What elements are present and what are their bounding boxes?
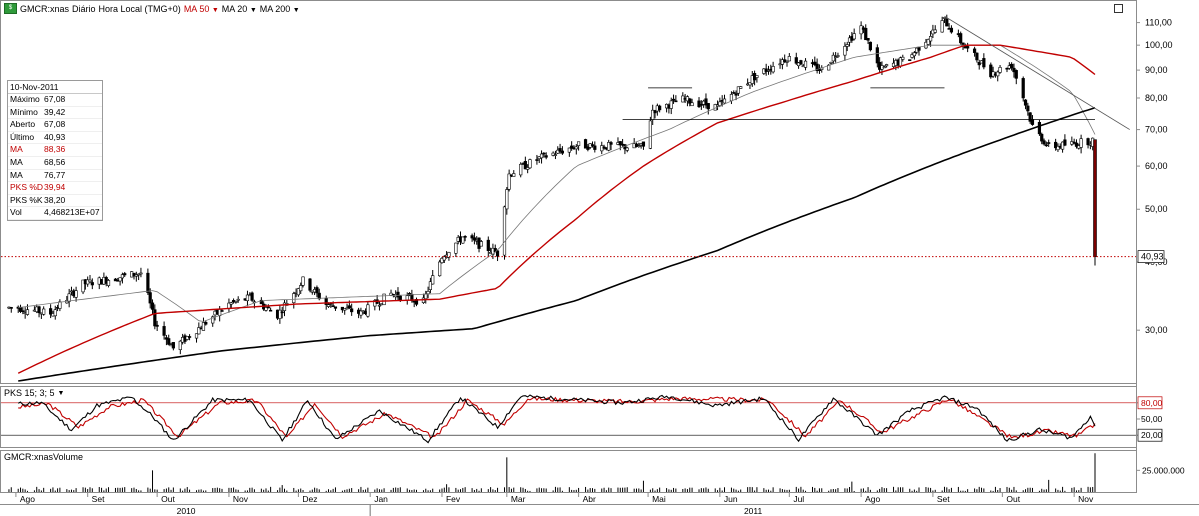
info-row: Mínimo 39,42 bbox=[8, 107, 102, 120]
price-candle bbox=[461, 236, 465, 244]
x-month-label: Nov bbox=[233, 494, 249, 504]
ma50-toggle[interactable]: MA 50 ▼ bbox=[184, 4, 219, 14]
x-month-label: Set bbox=[937, 494, 950, 504]
price-candle bbox=[308, 278, 312, 293]
info-row-label: MA bbox=[10, 169, 23, 180]
info-row-label: Mínimo bbox=[10, 106, 38, 117]
info-row-label: MA bbox=[10, 144, 23, 155]
price-candle bbox=[502, 205, 507, 260]
x-month-label: Ago bbox=[865, 494, 880, 504]
x-month-label: Jan bbox=[374, 494, 388, 504]
stoch-y-tick-label: 80,00 bbox=[1141, 398, 1163, 408]
stoch-y-tick-label: 20,00 bbox=[1141, 430, 1163, 440]
info-row-value: 39,42 bbox=[44, 106, 66, 117]
price-candle bbox=[1037, 119, 1042, 136]
x-month-label: Fev bbox=[446, 494, 461, 504]
info-row: Último 40,93 bbox=[8, 132, 102, 145]
ma200-toggle[interactable]: MA 200 ▼ bbox=[260, 4, 300, 14]
x-month-label: Set bbox=[92, 494, 105, 504]
x-month-label: Mar bbox=[511, 494, 526, 504]
info-panel: 10-Nov-2011 Máximo 67,08 Mínimo 39,42 Aberto… bbox=[7, 80, 103, 221]
price-panel-frame bbox=[0, 0, 1137, 384]
price-y-tick-label: 80,00 bbox=[1145, 93, 1168, 103]
info-row-label: PKS %K bbox=[10, 194, 43, 205]
info-row-label: Máximo bbox=[10, 94, 40, 104]
x-month-label: Ago bbox=[20, 494, 35, 504]
x-month-label: Out bbox=[161, 494, 175, 504]
ma20-toggle[interactable]: MA 20 ▼ bbox=[222, 4, 257, 14]
x-month-label: Abr bbox=[583, 494, 596, 504]
price-y-tick-label: 60,00 bbox=[1145, 161, 1168, 171]
info-row-value: 76,77 bbox=[44, 169, 66, 180]
dropdown-arrow-icon[interactable]: ▼ bbox=[58, 390, 65, 397]
symbol-label[interactable]: GMCR:xnas bbox=[20, 4, 69, 14]
info-row: MA 76,77 bbox=[8, 170, 102, 183]
info-row: MA 88,36 bbox=[8, 144, 102, 157]
price-chart-header: $ GMCR:xnas Diário Hora Local (TMG+0) MA… bbox=[4, 3, 300, 14]
timezone-label[interactable]: Hora Local (TMG+0) bbox=[99, 4, 181, 14]
info-row-value: 38,20 bbox=[44, 194, 66, 205]
price-candle bbox=[250, 291, 254, 302]
info-row-value: 4,468213E+07 bbox=[44, 207, 100, 218]
stoch-header: PKS 15; 3; 5 ▼ bbox=[4, 388, 64, 398]
x-year-label: 2011 bbox=[744, 506, 763, 516]
stoch-y-tick-label: 50,00 bbox=[1141, 414, 1163, 424]
price-y-tick-label: 30,00 bbox=[1145, 325, 1168, 335]
info-date: 10-Nov-2011 bbox=[8, 81, 102, 94]
volume-panel-frame bbox=[0, 450, 1137, 493]
x-year-label: 2010 bbox=[177, 506, 196, 516]
volume-header: GMCR:xnasVolume bbox=[4, 452, 83, 462]
stoch-label[interactable]: PKS 15; 3; 5 bbox=[4, 388, 55, 398]
price-candle-last bbox=[1093, 139, 1097, 266]
price-y-tick-label: 70,00 bbox=[1145, 125, 1168, 135]
chart-app-icon: $ bbox=[4, 3, 17, 14]
info-row-value: 67,08 bbox=[44, 119, 66, 130]
info-row-value: 88,36 bbox=[44, 144, 66, 155]
volume-label[interactable]: GMCR:xnasVolume bbox=[4, 452, 83, 462]
info-row-label: Aberto bbox=[10, 119, 36, 130]
price-y-tick-label: 50,00 bbox=[1145, 204, 1168, 214]
price-candle bbox=[739, 85, 743, 89]
price-y-tick-label: 100,00 bbox=[1145, 40, 1173, 50]
info-row-value: 67,08 bbox=[44, 94, 66, 104]
info-row-value: 68,56 bbox=[44, 156, 66, 167]
info-row: Vol 4,468213E+07 bbox=[8, 207, 102, 220]
x-month-label: Jun bbox=[724, 494, 738, 504]
info-row-label: Vol bbox=[10, 207, 22, 218]
chart-canvas: 30,0040,0050,0060,0070,0080,0090,00100,0… bbox=[0, 0, 1199, 516]
period-label[interactable]: Diário bbox=[72, 4, 96, 14]
x-month-label: Out bbox=[1006, 494, 1020, 504]
x-month-label: Dez bbox=[302, 494, 317, 504]
price-candle bbox=[868, 41, 872, 52]
last-price-label: 40,93 bbox=[1141, 252, 1164, 262]
price-candle bbox=[799, 59, 803, 66]
x-month-label: Mai bbox=[652, 494, 666, 504]
price-candle bbox=[908, 59, 912, 61]
info-row: Máximo 67,08 bbox=[8, 94, 102, 107]
price-candle bbox=[648, 116, 652, 150]
info-row-label: Último bbox=[10, 131, 35, 142]
x-month-label: Nov bbox=[1078, 494, 1094, 504]
price-candle bbox=[1021, 76, 1025, 102]
volume-y-tick-label: 25.000.000 bbox=[1142, 465, 1185, 475]
info-row-value: 40,93 bbox=[44, 131, 66, 142]
x-month-label: Jul bbox=[793, 494, 804, 504]
price-candle bbox=[528, 158, 532, 169]
info-row-label: MA bbox=[10, 156, 23, 167]
maximize-icon[interactable] bbox=[1114, 4, 1123, 13]
dropdown-arrow-icon[interactable]: ▼ bbox=[212, 7, 219, 14]
dropdown-arrow-icon[interactable]: ▼ bbox=[250, 7, 257, 14]
price-y-tick-label: 90,00 bbox=[1145, 65, 1168, 75]
info-row: MA 68,56 bbox=[8, 157, 102, 170]
info-row: Aberto 67,08 bbox=[8, 119, 102, 132]
price-y-tick-label: 110,00 bbox=[1145, 18, 1172, 28]
info-row: PKS %K 38,20 bbox=[8, 195, 102, 208]
info-row-label: PKS %D bbox=[10, 182, 44, 193]
info-row: PKS %D 39,94 bbox=[8, 182, 102, 195]
info-row-value: 39,94 bbox=[44, 182, 66, 193]
dropdown-arrow-icon[interactable]: ▼ bbox=[293, 7, 300, 14]
